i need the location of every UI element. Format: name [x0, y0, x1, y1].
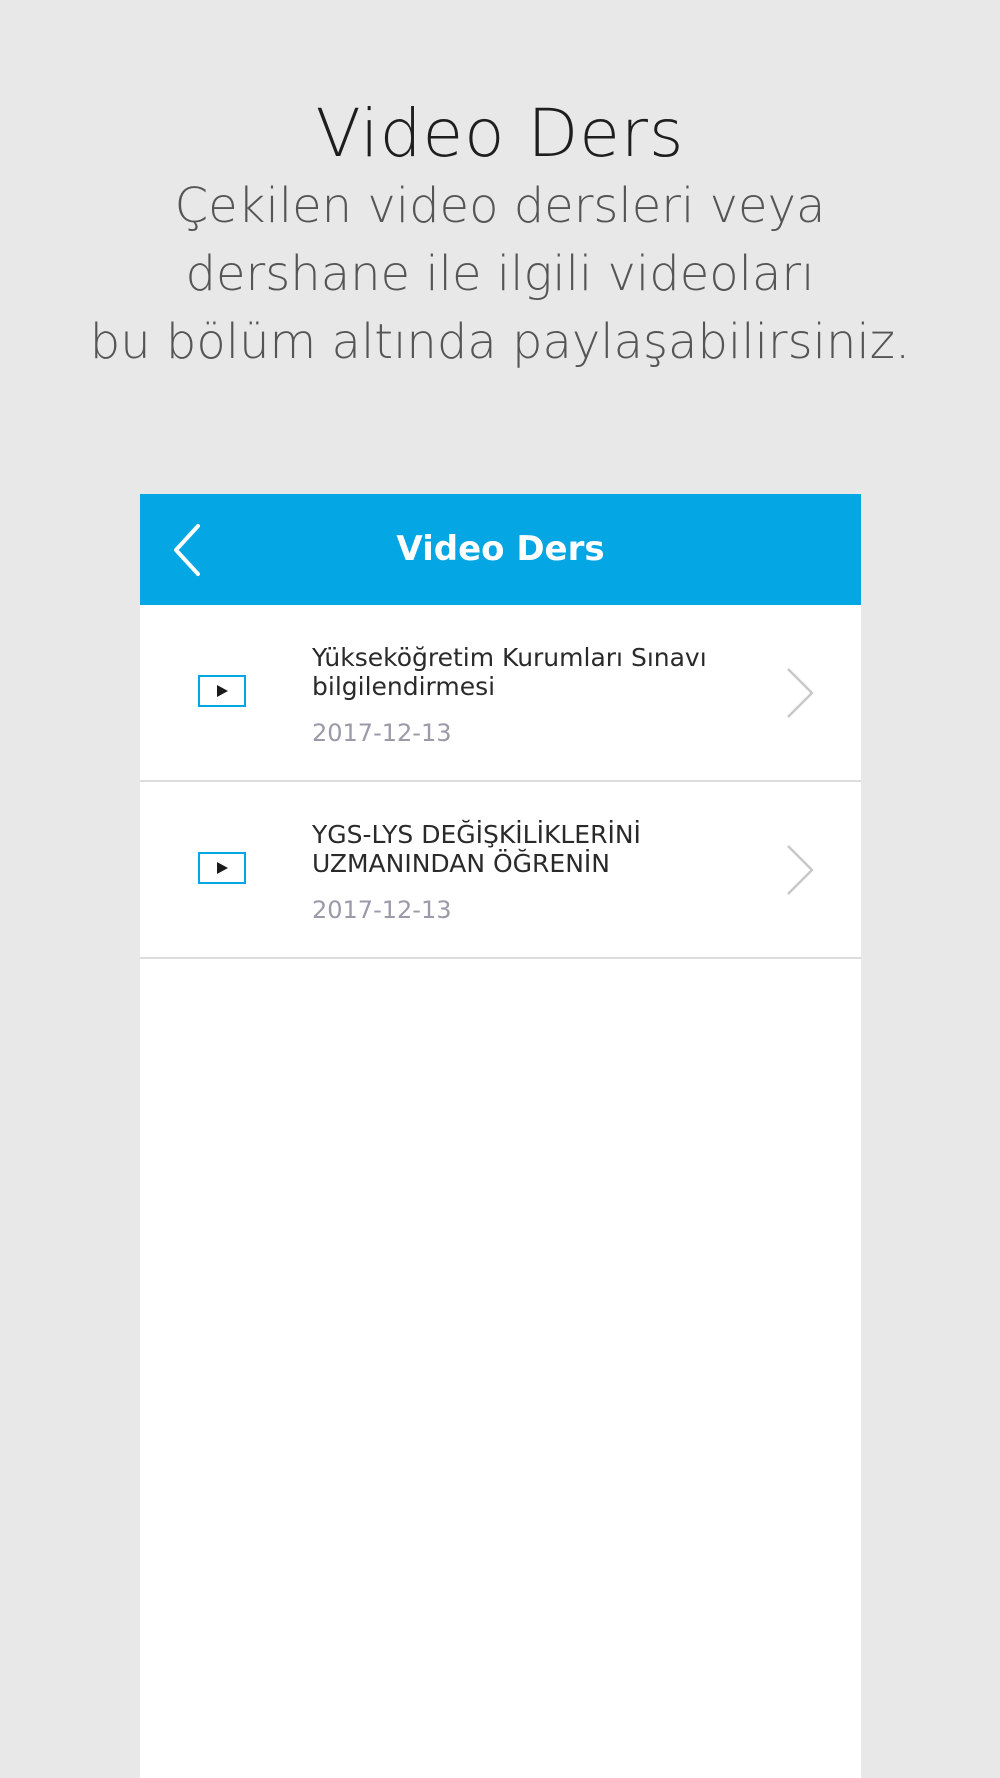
chevron-right-icon: [787, 668, 814, 718]
video-title: YGS-LYS DEĞİŞKİLİKLERİNİ UZMANINDAN ÖĞRE…: [312, 820, 641, 878]
video-date: 2017-12-13: [312, 896, 452, 924]
chevron-left-icon: [174, 524, 200, 576]
header-title: Video Ders: [396, 529, 605, 569]
promo-title: Video Ders: [315, 95, 685, 172]
promo-subtitle-line: bu bölüm altında paylaşabilirsiniz.: [89, 314, 911, 370]
phone-screen: Video Ders Yükseköğretim Kurumları Sınav…: [140, 494, 861, 1778]
promo-caption: Video Ders Çekilen video dersleri veya d…: [0, 96, 1000, 376]
promo-subtitle-line: Çekilen video dersleri veya: [174, 178, 826, 234]
video-title: Yükseköğretim Kurumları Sınavı bilgilend…: [312, 643, 707, 701]
chevron-right-icon: [787, 845, 814, 895]
video-list-item[interactable]: YGS-LYS DEĞİŞKİLİKLERİNİ UZMANINDAN ÖĞRE…: [140, 782, 861, 959]
video-date: 2017-12-13: [312, 719, 452, 747]
back-button[interactable]: [166, 522, 220, 578]
video-play-icon: [198, 675, 246, 707]
app-header: Video Ders: [140, 494, 861, 605]
video-list: Yükseköğretim Kurumları Sınavı bilgilend…: [140, 605, 861, 959]
promo-subtitle-line: dershane ile ilgili videoları: [185, 246, 815, 302]
promo-subtitle: Çekilen video dersleri veya dershane ile…: [0, 172, 1000, 376]
video-play-icon: [198, 852, 246, 884]
video-list-item[interactable]: Yükseköğretim Kurumları Sınavı bilgilend…: [140, 605, 861, 782]
